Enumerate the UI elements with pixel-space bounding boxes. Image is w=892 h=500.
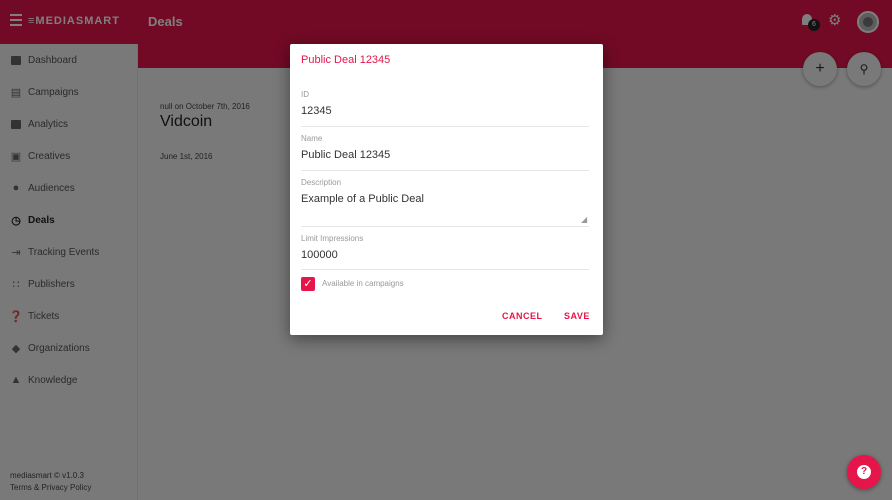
limit-label: Limit Impressions — [301, 234, 364, 243]
name-underline — [301, 170, 589, 171]
description-textarea[interactable]: Example of a Public Deal — [301, 193, 424, 205]
available-checkbox-label: Available in campaigns — [322, 279, 404, 288]
question-icon: ? — [857, 465, 871, 479]
cancel-button[interactable]: CANCEL — [502, 311, 543, 321]
available-checkbox[interactable]: ✓ — [301, 277, 315, 291]
id-field[interactable]: 12345 — [301, 105, 332, 117]
save-button[interactable]: SAVE — [564, 311, 590, 321]
checkmark-icon: ✓ — [303, 278, 313, 290]
limit-impressions-field[interactable]: 100000 — [301, 249, 338, 261]
help-button[interactable]: ? — [847, 455, 881, 489]
dialog-title: Public Deal 12345 — [301, 54, 391, 66]
deal-dialog: Public Deal 12345 ID 12345 Name Public D… — [290, 44, 603, 335]
limit-underline — [301, 269, 589, 270]
description-label: Description — [301, 178, 342, 187]
name-field[interactable]: Public Deal 12345 — [301, 149, 390, 161]
resize-handle-icon[interactable]: ◢ — [581, 216, 587, 224]
name-label: Name — [301, 134, 323, 143]
id-label: ID — [301, 90, 309, 99]
id-underline — [301, 126, 589, 127]
description-underline — [301, 226, 589, 227]
